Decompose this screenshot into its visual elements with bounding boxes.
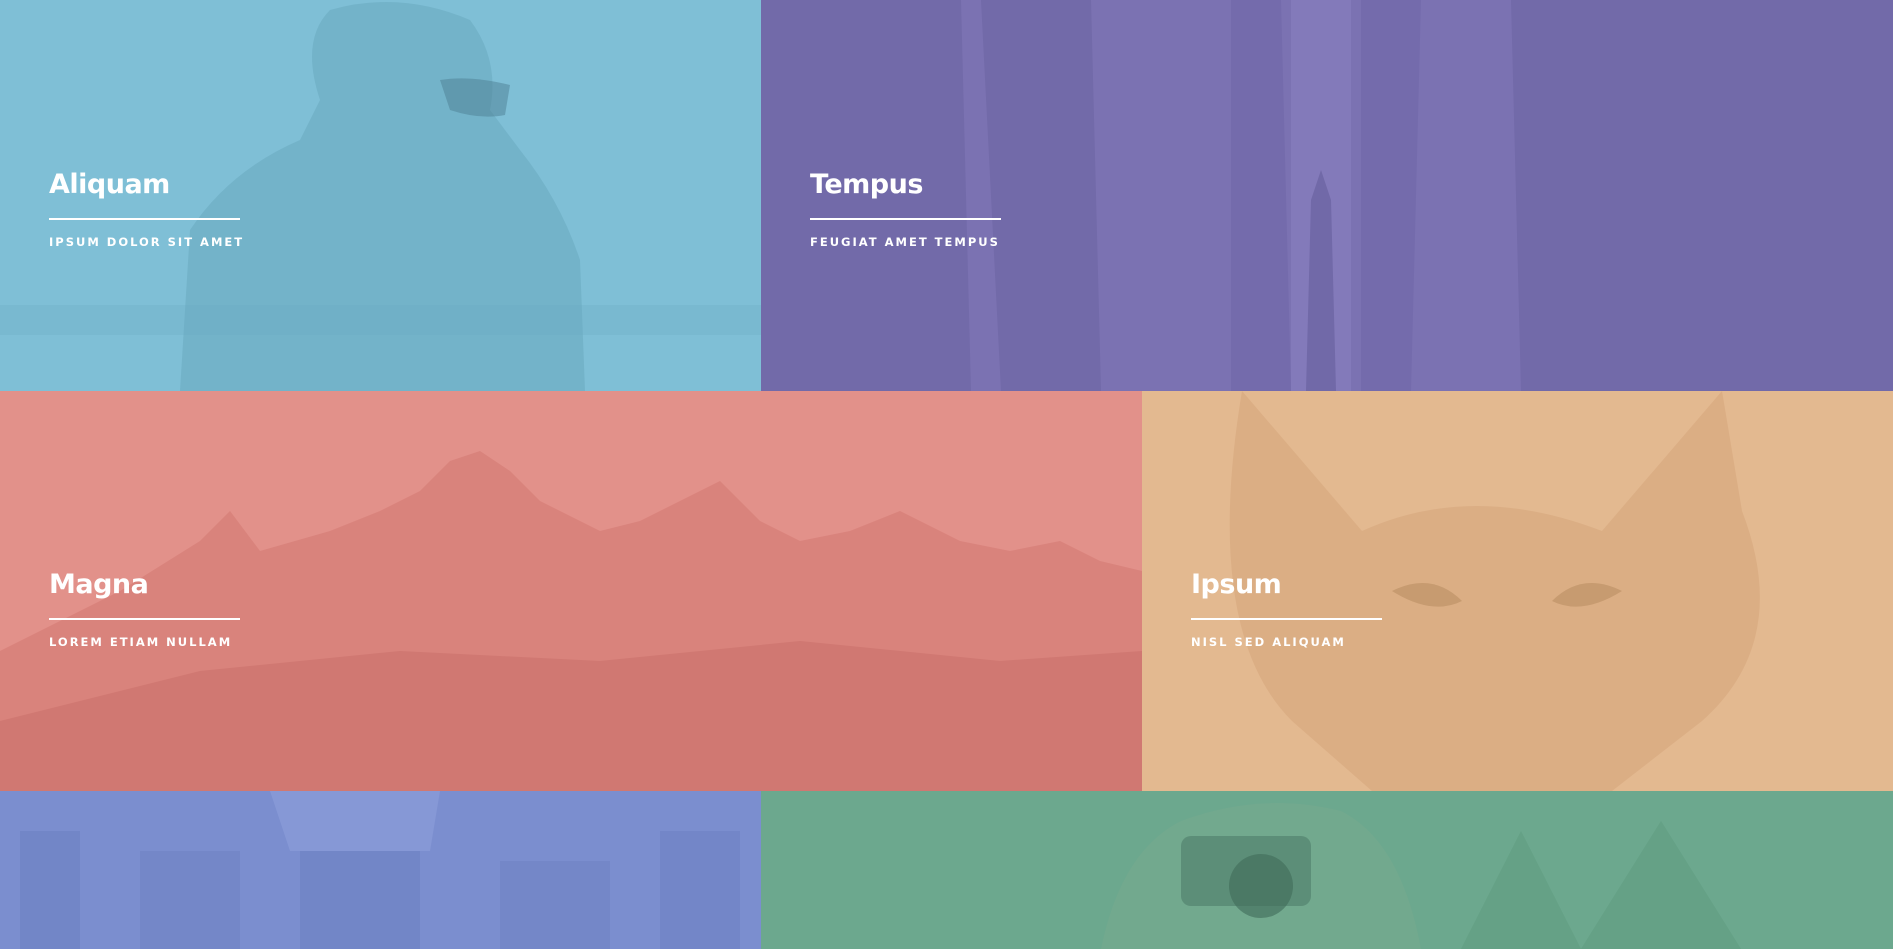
tile-content: Ipsum NISL SED ALIQUAM: [1191, 568, 1382, 649]
title-divider: [49, 218, 240, 220]
camera-photographer-image: [1101, 803, 1741, 949]
tile-subtitle: FEUGIAT AMET TEMPUS: [810, 235, 1000, 249]
tile-title: Aliquam: [49, 169, 170, 200]
tile-magna[interactable]: Magna LOREM ETIAM NULLAM: [0, 391, 1142, 791]
tile-aliquam[interactable]: Aliquam IPSUM DOLOR SIT AMET: [0, 0, 761, 391]
title-divider: [810, 218, 1001, 220]
tile-subtitle: LOREM ETIAM NULLAM: [49, 635, 233, 649]
title-divider: [49, 618, 240, 620]
tile-content: Magna LOREM ETIAM NULLAM: [49, 568, 240, 649]
tile-ipsum[interactable]: Ipsum NISL SED ALIQUAM: [1142, 391, 1893, 791]
tile-title: Ipsum: [1191, 569, 1282, 600]
tile-tempus[interactable]: Tempus FEUGIAT AMET TEMPUS: [761, 0, 1893, 391]
title-divider: [1191, 618, 1382, 620]
tiles-grid: Aliquam IPSUM DOLOR SIT AMET Tempus FEUG…: [0, 0, 1893, 949]
tile-subtitle: NISL SED ALIQUAM: [1191, 635, 1346, 649]
tile-content: Tempus FEUGIAT AMET TEMPUS: [810, 168, 1001, 249]
tile-content: Aliquam IPSUM DOLOR SIT AMET: [49, 168, 244, 249]
train-station-image: [20, 791, 740, 949]
tile-subtitle: IPSUM DOLOR SIT AMET: [49, 235, 245, 249]
tile-title: Tempus: [810, 169, 923, 200]
tile-train-station[interactable]: [0, 791, 761, 949]
tile-title: Magna: [49, 569, 149, 600]
tile-camera-photographer[interactable]: [761, 791, 1893, 949]
